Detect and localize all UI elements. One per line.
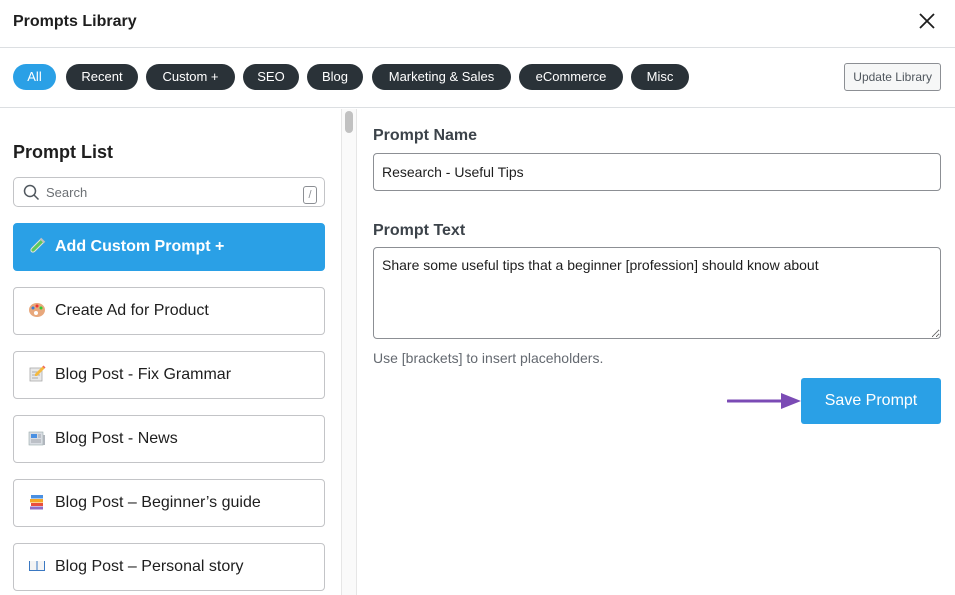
search-icon [23,184,40,201]
tab-ecommerce[interactable]: eCommerce [519,64,623,90]
prompt-list-panel: Prompt List / Add Custom Prompt + Create… [0,109,342,595]
save-prompt-button[interactable]: Save Prompt [801,378,941,424]
tab-all[interactable]: All [13,64,56,90]
prompt-item-beginners-guide[interactable]: Blog Post – Beginner’s guide [13,479,325,527]
tab-custom[interactable]: Custom + [146,64,235,90]
palette-icon [29,303,45,317]
add-custom-prompt-button[interactable]: Add Custom Prompt + [13,223,325,271]
annotation-arrow-icon [727,393,801,409]
newspaper-icon [28,431,45,446]
update-library-button[interactable]: Update Library [844,63,941,91]
prompt-list-scrollbar[interactable] [341,109,357,595]
tab-seo[interactable]: SEO [243,64,299,90]
modal-title: Prompts Library [13,13,137,30]
search-input[interactable] [46,178,296,206]
search-box: / [13,177,325,207]
prompt-editor-panel: Prompt Name Prompt Text Share some usefu… [357,109,955,595]
prompt-item-label: Create Ad for Product [55,302,209,319]
prompt-item-fix-grammar[interactable]: Blog Post - Fix Grammar [13,351,325,399]
modal-header: Prompts Library [0,0,955,48]
tab-recent[interactable]: Recent [66,64,138,90]
scrollbar-thumb[interactable] [345,111,353,133]
placeholder-hint: Use [brackets] to insert placeholders. [373,350,604,366]
prompt-item-label: Add Custom Prompt + [55,238,225,255]
prompt-item-create-ad[interactable]: Create Ad for Product [13,287,325,335]
slash-shortcut-key: / [303,186,317,204]
prompt-text-input[interactable]: Share some useful tips that a beginner [… [373,247,941,339]
prompt-item-label: Blog Post - Fix Grammar [55,366,232,383]
tab-marketing-sales[interactable]: Marketing & Sales [372,64,511,90]
prompt-name-input[interactable] [373,153,941,191]
prompt-item-news[interactable]: Blog Post - News [13,415,325,463]
prompt-text-label: Prompt Text [373,222,466,239]
prompt-item-label: Blog Post – Personal story [55,558,244,575]
tab-blog[interactable]: Blog [307,64,363,90]
open-book-icon [29,561,45,571]
close-icon[interactable] [917,11,937,31]
prompt-item-label: Blog Post – Beginner’s guide [55,494,261,511]
memo-icon [29,365,46,382]
prompt-name-label: Prompt Name [373,127,478,144]
test-tube-icon [30,237,46,253]
tab-misc[interactable]: Misc [631,64,689,90]
prompt-item-label: Blog Post - News [55,430,178,447]
books-icon [30,495,43,510]
prompt-list-title: Prompt List [13,142,114,162]
category-filter-bar: All Recent Custom + SEO Blog Marketing &… [0,48,955,108]
prompt-item-personal-story[interactable]: Blog Post – Personal story [13,543,325,591]
